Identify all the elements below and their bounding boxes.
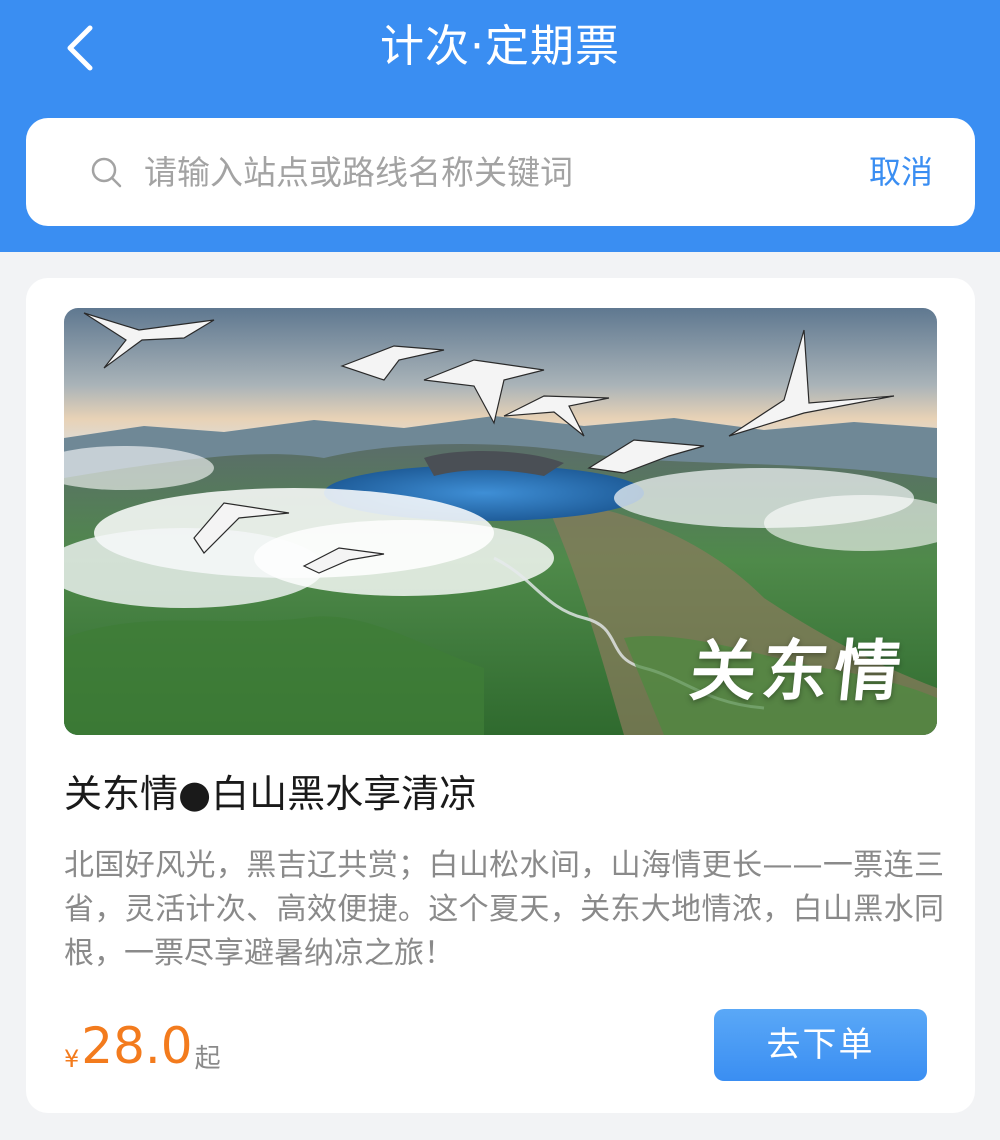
price-value: 28.0: [81, 1017, 193, 1075]
currency-symbol: ¥: [64, 1045, 80, 1073]
product-description: 北国好风光，黑吉辽共赏；白山松水间，山海情更长——一票连三省，灵活计次、高效便捷…: [64, 848, 944, 971]
order-button[interactable]: 去下单: [714, 1009, 927, 1081]
product-card[interactable]: 关东情 关东情●白山黑水享清凉 北国好风光，黑吉辽共赏；白山松水间，山海情更长—…: [26, 278, 975, 1113]
product-title: 关东情●白山黑水享清凉: [64, 772, 478, 816]
search-icon: [91, 157, 122, 188]
top-bar: 计次·定期票 取消: [0, 0, 1000, 252]
banner-title: 关东情: [686, 632, 911, 710]
cancel-button[interactable]: 取消: [869, 148, 933, 196]
search-input[interactable]: [144, 144, 844, 200]
price-label: ¥ 28.0 起: [64, 1014, 221, 1074]
banner-image[interactable]: 关东情: [64, 308, 937, 735]
search-bar: 取消: [26, 118, 975, 226]
price-suffix: 起: [194, 1044, 221, 1074]
page-title: 计次·定期票: [380, 21, 620, 72]
